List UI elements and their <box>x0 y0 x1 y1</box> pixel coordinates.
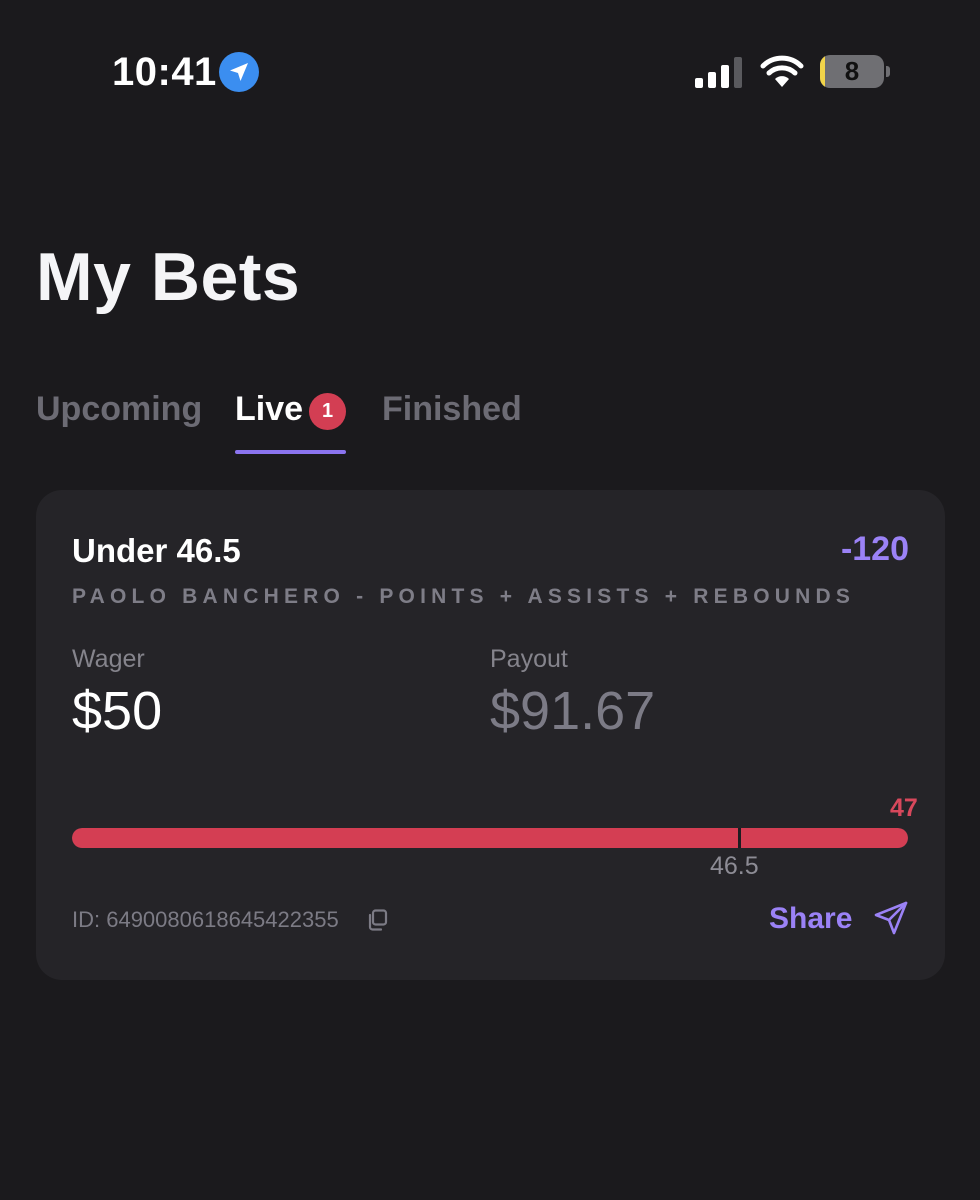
bet-card[interactable]: Under 46.5 -120 PAOLO BANCHERO - POINTS … <box>36 490 945 980</box>
status-time: 10:41 <box>112 50 217 94</box>
copy-icon[interactable] <box>366 909 388 936</box>
bet-id: ID: 6490080618645422355 <box>72 907 339 932</box>
wager-value: $50 <box>72 681 163 741</box>
current-stat-value: 47 <box>890 794 918 822</box>
battery-indicator: 8 <box>820 55 884 88</box>
screen: 10:41 8 My Bets Upcoming Live 1 Finished… <box>0 0 980 1200</box>
line-value-label: 46.5 <box>710 852 759 880</box>
battery-nub <box>886 66 890 77</box>
tab-upcoming[interactable]: Upcoming <box>36 390 202 429</box>
active-tab-indicator <box>235 450 346 454</box>
payout-label: Payout <box>490 645 568 673</box>
share-label: Share <box>769 902 853 935</box>
battery-level: 8 <box>844 56 860 86</box>
tab-live[interactable]: Live <box>235 390 303 429</box>
tab-finished[interactable]: Finished <box>382 390 522 429</box>
payout-value: $91.67 <box>490 681 656 741</box>
send-icon <box>873 900 909 941</box>
page-title: My Bets <box>36 239 301 315</box>
progress-fill <box>72 828 908 848</box>
cellular-signal-icon <box>694 56 744 93</box>
progress-track <box>72 828 908 848</box>
share-button[interactable]: Share <box>769 900 909 940</box>
wifi-icon <box>760 54 804 93</box>
wager-label: Wager <box>72 645 145 673</box>
line-marker <box>738 828 741 848</box>
live-count-badge: 1 <box>309 393 346 430</box>
bet-market: PAOLO BANCHERO - POINTS + ASSISTS + REBO… <box>72 585 856 608</box>
location-arrow-icon <box>219 52 259 92</box>
bet-odds: -120 <box>840 530 909 568</box>
bet-line: Under 46.5 <box>72 532 241 569</box>
